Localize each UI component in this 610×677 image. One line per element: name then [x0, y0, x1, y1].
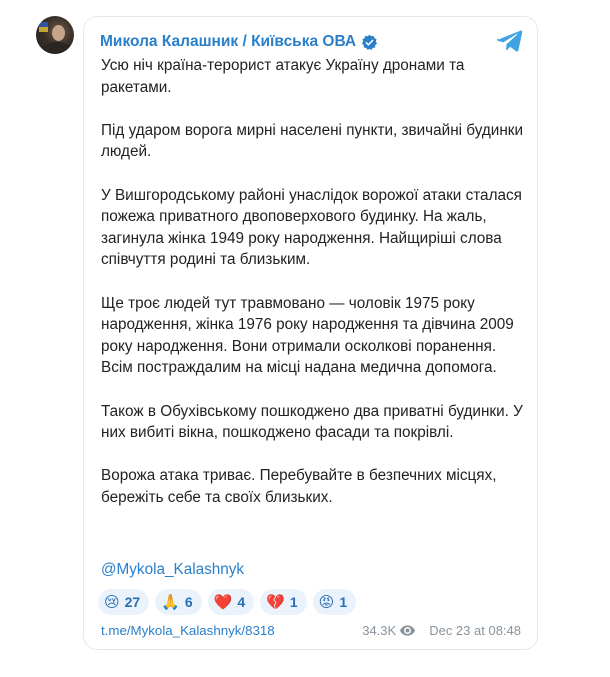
reaction-count: 1 — [289, 594, 298, 610]
post-permalink[interactable]: t.me/Mykola_Kalashnyk/8318 — [101, 623, 275, 638]
broken-heart-icon: 💔 — [266, 593, 285, 611]
red-heart-icon: ❤️ — [213, 593, 233, 611]
post-text: Усю ніч країна-терорист атакує Україну д… — [101, 55, 531, 530]
crying-face-icon: 😢 — [104, 593, 120, 611]
mention-link[interactable]: @Mykola_Kalashnyk — [101, 561, 244, 579]
reaction-praying[interactable]: 🙏 6 — [155, 589, 202, 615]
post-paragraph: Також в Обухівському пошкоджено два прив… — [101, 402, 523, 442]
post-meta: 34.3K Dec 23 at 08:48 — [362, 623, 521, 638]
praying-hands-icon: 🙏 — [161, 593, 180, 611]
reaction-count: 27 — [124, 594, 141, 610]
reactions-bar: 😢 27 🙏 6 ❤️ 4 💔 1 😡 1 — [98, 589, 357, 615]
reaction-heart[interactable]: ❤️ 4 — [207, 589, 255, 615]
post-paragraph: У Вишгородському районі унаслідок ворожо… — [101, 186, 522, 269]
post-footer: t.me/Mykola_Kalashnyk/8318 34.3K Dec 23 … — [101, 623, 521, 641]
avatar-flag — [39, 22, 48, 32]
avatar-shoulder — [42, 42, 72, 54]
telegram-post-card: Микола Калашник / Київська ОВА Усю ніч к… — [83, 16, 538, 650]
eye-icon — [400, 625, 416, 636]
channel-name-link[interactable]: Микола Калашник / Київська ОВА — [100, 33, 356, 51]
reaction-count: 6 — [184, 594, 193, 610]
reaction-angry[interactable]: 😡 1 — [312, 589, 357, 615]
post-paragraph: Ще троє людей тут травмовано — чоловік 1… — [101, 294, 514, 377]
post-header: Микола Калашник / Київська ОВА — [100, 31, 378, 53]
reaction-count: 4 — [237, 594, 246, 610]
reaction-crying[interactable]: 😢 27 — [98, 589, 150, 615]
post-paragraph: Під ударом ворога мирні населені пункти,… — [101, 121, 524, 161]
post-paragraph: Ворожа атака триває. Перебувайте в безпе… — [101, 467, 497, 506]
channel-avatar[interactable] — [36, 16, 74, 54]
reaction-count: 1 — [339, 594, 348, 610]
post-date: Dec 23 at 08:48 — [429, 623, 521, 638]
telegram-logo-icon[interactable] — [497, 29, 523, 53]
angry-face-icon: 😡 — [318, 593, 335, 611]
verified-badge-icon — [362, 34, 378, 50]
view-count: 34.3K — [362, 623, 397, 638]
reaction-broken-heart[interactable]: 💔 1 — [260, 589, 307, 615]
post-paragraph: Усю ніч країна-терорист атакує Україну д… — [101, 57, 465, 96]
avatar-face — [52, 25, 65, 41]
